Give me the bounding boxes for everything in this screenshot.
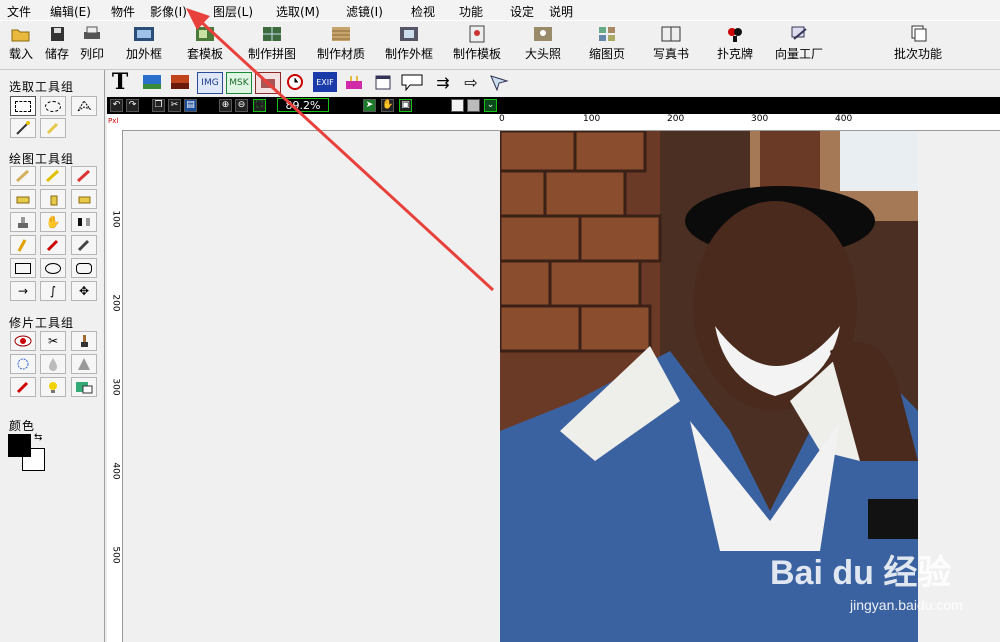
annotation-arrow (186, 8, 495, 292)
